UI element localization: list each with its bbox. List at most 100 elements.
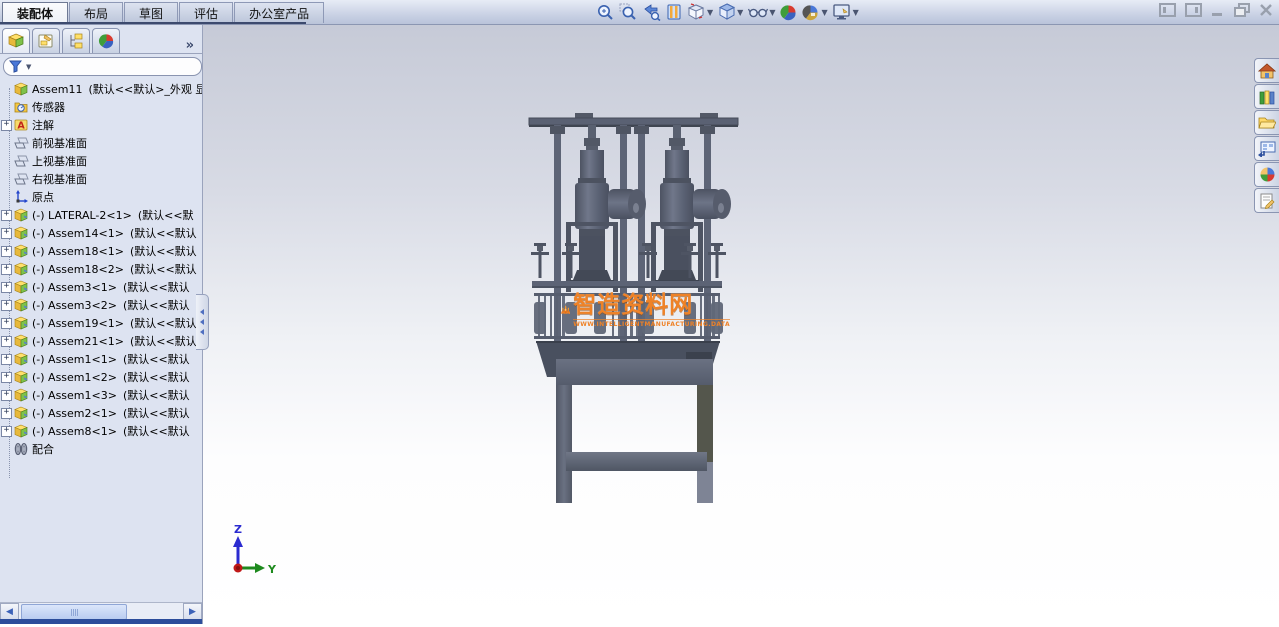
- tree-item-config-suffix: (默认<<默认: [130, 243, 197, 259]
- tree-item-label: (-) Assem14<1>: [32, 227, 124, 240]
- expand-toggle[interactable]: +: [0, 372, 13, 383]
- filter-funnel-icon: [9, 60, 22, 73]
- tree-item-1[interactable]: +A注解: [0, 116, 202, 134]
- tree-item-config-suffix: (默认<<默认: [130, 315, 197, 331]
- toggle-right-pane-button[interactable]: [1185, 3, 1202, 20]
- tree-item-6[interactable]: +(-) LATERAL-2<1>(默认<<默: [0, 206, 202, 224]
- expand-toggle[interactable]: +: [0, 120, 13, 131]
- custom-properties-tab[interactable]: [1254, 188, 1279, 213]
- expand-toggle[interactable]: +: [0, 228, 13, 239]
- tree-filter-input[interactable]: ▼: [3, 57, 202, 76]
- featuremanager-panel: » ▼ Assem11(默认<<默认>_外观 显传感器+A注解前视基准面上视基准…: [0, 24, 203, 624]
- tree-item-5[interactable]: 原点: [0, 188, 202, 206]
- expand-toggle[interactable]: +: [0, 210, 13, 221]
- expand-toggle[interactable]: +: [0, 246, 13, 257]
- expand-toggle[interactable]: +: [0, 300, 13, 311]
- ribbon-tab-4[interactable]: 办公室产品: [234, 2, 324, 23]
- ribbon-tab-3[interactable]: 评估: [179, 2, 233, 23]
- tree-item-config-suffix: (默认<<默认: [130, 225, 197, 241]
- view-settings-button[interactable]: ▼: [832, 2, 860, 22]
- minimize-window-button[interactable]: [1211, 3, 1225, 20]
- expand-toggle[interactable]: +: [0, 390, 13, 401]
- tree-item-4[interactable]: 右视基准面: [0, 170, 202, 188]
- zoom-to-area-button[interactable]: [618, 2, 638, 22]
- edit-appearance-button[interactable]: [779, 2, 798, 22]
- expand-toggle[interactable]: +: [0, 426, 13, 437]
- expand-toggle[interactable]: +: [0, 336, 13, 347]
- tree-item-label: (-) Assem1<2>: [32, 371, 117, 384]
- panel-horizontal-scrollbar[interactable]: ◀ ▶: [0, 602, 202, 620]
- tree-item-9[interactable]: +(-) Assem18<2>(默认<<默认: [0, 260, 202, 278]
- hide-show-items-dropdown-arrow[interactable]: ▼: [769, 8, 775, 17]
- expand-toggle[interactable]: +: [0, 318, 13, 329]
- tree-item-config-suffix: (默认<<默认: [130, 261, 197, 277]
- solidworks-resources-tab[interactable]: [1254, 58, 1279, 83]
- featuremanager-design-tree-tab[interactable]: [2, 28, 30, 53]
- ribbon-tab-1[interactable]: 布局: [69, 2, 123, 23]
- ribbon-tab-2[interactable]: 草图: [124, 2, 178, 23]
- expand-toggle[interactable]: +: [0, 282, 13, 293]
- tree-item-7[interactable]: + (-) Assem14<1> (默认<<默认: [0, 224, 202, 242]
- panel-collapse-splitter[interactable]: [196, 294, 209, 350]
- tree-root-item[interactable]: Assem11(默认<<默认>_外观 显: [0, 80, 202, 98]
- tree-item-16[interactable]: +(-) Assem1<3>(默认<<默认: [0, 386, 202, 404]
- expand-toggle[interactable]: +: [0, 264, 13, 275]
- plane-icon: [13, 172, 29, 186]
- tree-item-15[interactable]: +(-) Assem1<2>(默认<<默认: [0, 368, 202, 386]
- tree-item-config-suffix: (默认<<默认: [123, 405, 190, 421]
- headsup-view-toolbar: ▼ ▼ ▼ ▼ ▼: [595, 1, 860, 23]
- display-style-button[interactable]: ▼: [717, 2, 744, 22]
- tree-item-10[interactable]: +(-) Assem3<1>(默认<<默认: [0, 278, 202, 296]
- apply-scene-dropdown-arrow[interactable]: ▼: [821, 8, 827, 17]
- toggle-left-pane-button[interactable]: [1159, 3, 1176, 20]
- tree-item-17[interactable]: +(-) Assem2<1>(默认<<默认: [0, 404, 202, 422]
- view-orientation-dropdown-arrow[interactable]: ▼: [707, 8, 713, 17]
- graphics-viewport[interactable]: [202, 24, 1279, 627]
- scrollbar-thumb[interactable]: [21, 604, 127, 620]
- configurationmanager-tab[interactable]: [62, 28, 90, 53]
- tree-item-8[interactable]: +(-) Assem18<1>(默认<<默认: [0, 242, 202, 260]
- file-explorer-tab[interactable]: [1254, 110, 1279, 135]
- tree-item-12[interactable]: +(-) Assem19<1>(默认<<默认: [0, 314, 202, 332]
- close-window-button[interactable]: [1259, 3, 1273, 20]
- restore-window-button[interactable]: [1234, 3, 1250, 20]
- appearances-scenes-tab[interactable]: [1254, 162, 1279, 187]
- tab-overflow-chevron[interactable]: »: [186, 38, 194, 53]
- expand-toggle[interactable]: +: [0, 354, 13, 365]
- apply-scene-button[interactable]: ▼: [801, 2, 828, 22]
- assembly-icon: [13, 82, 29, 96]
- tree-item-label: 注解: [32, 117, 54, 133]
- tree-item-13[interactable]: +(-) Assem21<1>(默认<<默认: [0, 332, 202, 350]
- view-orientation-button[interactable]: ▼: [686, 2, 714, 22]
- component-icon: [13, 208, 29, 222]
- plane-icon: [13, 136, 29, 150]
- design-library-tab[interactable]: [1254, 84, 1279, 109]
- watermark-flame-logo: [560, 281, 571, 339]
- tree-item-11[interactable]: +(-) Assem3<2>(默认<<默认: [0, 296, 202, 314]
- propertymanager-tab[interactable]: [32, 28, 60, 53]
- annotations-icon: A: [13, 118, 29, 132]
- section-view-button[interactable]: [665, 2, 683, 22]
- origin-icon: [13, 190, 29, 204]
- component-icon: [13, 226, 29, 240]
- component-icon: [13, 298, 29, 312]
- component-icon: [13, 316, 29, 330]
- scrollbar-track[interactable]: [127, 603, 183, 620]
- tree-item-3[interactable]: 上视基准面: [0, 152, 202, 170]
- hide-show-items-button[interactable]: ▼: [747, 2, 776, 22]
- zoom-to-fit-button[interactable]: [595, 2, 615, 22]
- component-icon: [13, 424, 29, 438]
- tree-item-18[interactable]: +(-) Assem8<1>(默认<<默认: [0, 422, 202, 440]
- filter-dropdown-arrow[interactable]: ▼: [26, 63, 31, 71]
- display-style-dropdown-arrow[interactable]: ▼: [737, 8, 743, 17]
- displaymanager-tab[interactable]: [92, 28, 120, 53]
- tree-item-0[interactable]: 传感器: [0, 98, 202, 116]
- expand-toggle[interactable]: +: [0, 408, 13, 419]
- tree-item-14[interactable]: +(-) Assem1<1>(默认<<默认: [0, 350, 202, 368]
- ribbon-tab-0[interactable]: 装配体: [2, 2, 68, 23]
- tree-item-2[interactable]: 前视基准面: [0, 134, 202, 152]
- previous-view-button[interactable]: [641, 2, 662, 22]
- view-settings-dropdown-arrow[interactable]: ▼: [853, 8, 859, 17]
- view-palette-tab[interactable]: [1254, 136, 1279, 161]
- tree-item-19[interactable]: 配合: [0, 440, 202, 458]
